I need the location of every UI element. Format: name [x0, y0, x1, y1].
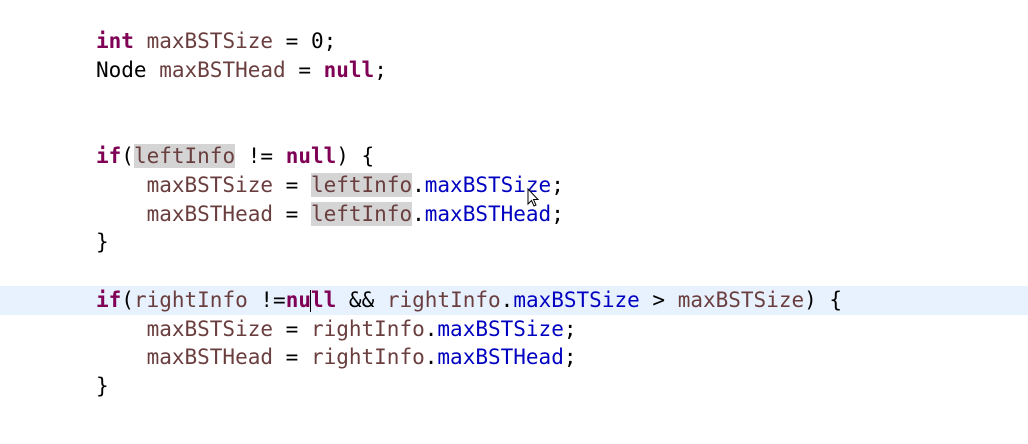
- code-line[interactable]: if(leftInfo != null) {: [0, 142, 1028, 171]
- code-line[interactable]: }: [0, 228, 1028, 257]
- code-line-text: maxBSTHead = rightInfo.maxBSTHead;: [96, 343, 577, 372]
- code-token: >: [639, 287, 678, 312]
- code-line[interactable]: maxBSTSize = rightInfo.maxBSTSize;: [0, 315, 1028, 344]
- code-token: =: [273, 345, 311, 370]
- code-token: int: [96, 29, 134, 53]
- code-line[interactable]: maxBSTSize = leftInfo.maxBSTSize;: [0, 171, 1028, 200]
- code-token: maxBSTHead: [437, 345, 564, 370]
- code-token: ;: [563, 316, 577, 341]
- code-token: .: [412, 201, 425, 226]
- code-token: =: [285, 57, 324, 82]
- code-line[interactable]: [0, 257, 1028, 286]
- code-token: =: [273, 172, 311, 197]
- code-line-current[interactable]: if(rightInfo !=null && rightInfo.maxBSTS…: [0, 285, 1028, 315]
- code-token-occurrence: leftInfo: [310, 172, 413, 197]
- code-token: }: [96, 230, 109, 255]
- code-token: .: [424, 345, 438, 370]
- code-token: ;: [551, 172, 564, 197]
- code-line-text: if(leftInfo != null) {: [96, 142, 374, 171]
- code-token: .: [500, 287, 514, 312]
- code-token: maxBSTSize: [146, 172, 274, 197]
- code-line[interactable]: [0, 113, 1028, 142]
- code-editor[interactable]: int maxBSTSize = 0; Node maxBSTHead = nul…: [0, 0, 1028, 444]
- code-line[interactable]: Node maxBSTHead = null;: [0, 56, 1028, 85]
- code-token: &&: [336, 287, 387, 312]
- code-line-text: }: [96, 372, 109, 401]
- code-line[interactable]: [0, 85, 1028, 114]
- code-token: maxBSTSize: [146, 29, 274, 53]
- code-line[interactable]: maxBSTHead = rightInfo.maxBSTHead;: [0, 343, 1028, 372]
- code-token: !=: [235, 144, 286, 168]
- code-line-text: maxBSTHead = leftInfo.maxBSTHead;: [96, 200, 564, 229]
- code-token: if: [96, 144, 122, 168]
- code-token: if: [96, 287, 122, 312]
- code-token: null: [285, 144, 337, 168]
- code-line-text: }: [96, 228, 109, 257]
- code-line-text: maxBSTSize = leftInfo.maxBSTSize;: [96, 171, 564, 200]
- code-line-text: maxBSTSize = rightInfo.maxBSTSize;: [96, 315, 577, 344]
- code-token: rightInfo: [386, 287, 501, 312]
- code-line[interactable]: maxBSTHead = leftInfo.maxBSTHead;: [0, 200, 1028, 229]
- code-token: maxBSTSize: [513, 287, 640, 312]
- code-token: .: [412, 172, 425, 197]
- code-line[interactable]: }: [0, 372, 1028, 401]
- code-token: !=: [247, 287, 286, 312]
- code-token: rightInfo: [133, 287, 248, 312]
- code-token: (: [121, 287, 134, 312]
- code-token: }: [96, 374, 109, 398]
- code-line-text: int maxBSTSize = 0;: [96, 27, 336, 56]
- code-token: maxBSTSize: [146, 316, 274, 341]
- code-token: nu: [285, 287, 311, 312]
- code-line-text: if(rightInfo !=null && rightInfo.maxBSTS…: [96, 286, 842, 315]
- code-token: Node: [96, 57, 147, 82]
- code-token: (: [121, 144, 134, 168]
- code-token: maxBSTHead: [159, 57, 286, 82]
- code-token: ) {: [336, 144, 375, 168]
- code-token: maxBSTSize: [437, 316, 564, 341]
- code-token: ) {: [804, 287, 843, 312]
- code-token: maxBSTHead: [146, 201, 274, 226]
- code-token: ;: [374, 57, 387, 82]
- code-token: =: [273, 201, 311, 226]
- code-line[interactable]: int maxBSTSize = 0;: [0, 27, 1028, 56]
- code-token: rightInfo: [310, 345, 425, 370]
- code-token: null: [323, 57, 375, 82]
- code-token: =: [273, 316, 311, 341]
- code-token-occurrence: leftInfo: [133, 144, 236, 168]
- code-token-occurrence: leftInfo: [310, 201, 413, 226]
- code-token: maxBSTSize: [677, 287, 805, 312]
- mouse-pointer-icon: [527, 188, 540, 207]
- code-token: .: [424, 316, 438, 341]
- code-token: ;: [551, 201, 564, 226]
- code-line-text: Node maxBSTHead = null;: [96, 56, 387, 85]
- code-token: ll: [310, 287, 337, 312]
- code-token: ;: [563, 345, 577, 370]
- code-token: rightInfo: [310, 316, 425, 341]
- code-token: = 0;: [273, 29, 337, 53]
- code-token: maxBSTHead: [146, 345, 274, 370]
